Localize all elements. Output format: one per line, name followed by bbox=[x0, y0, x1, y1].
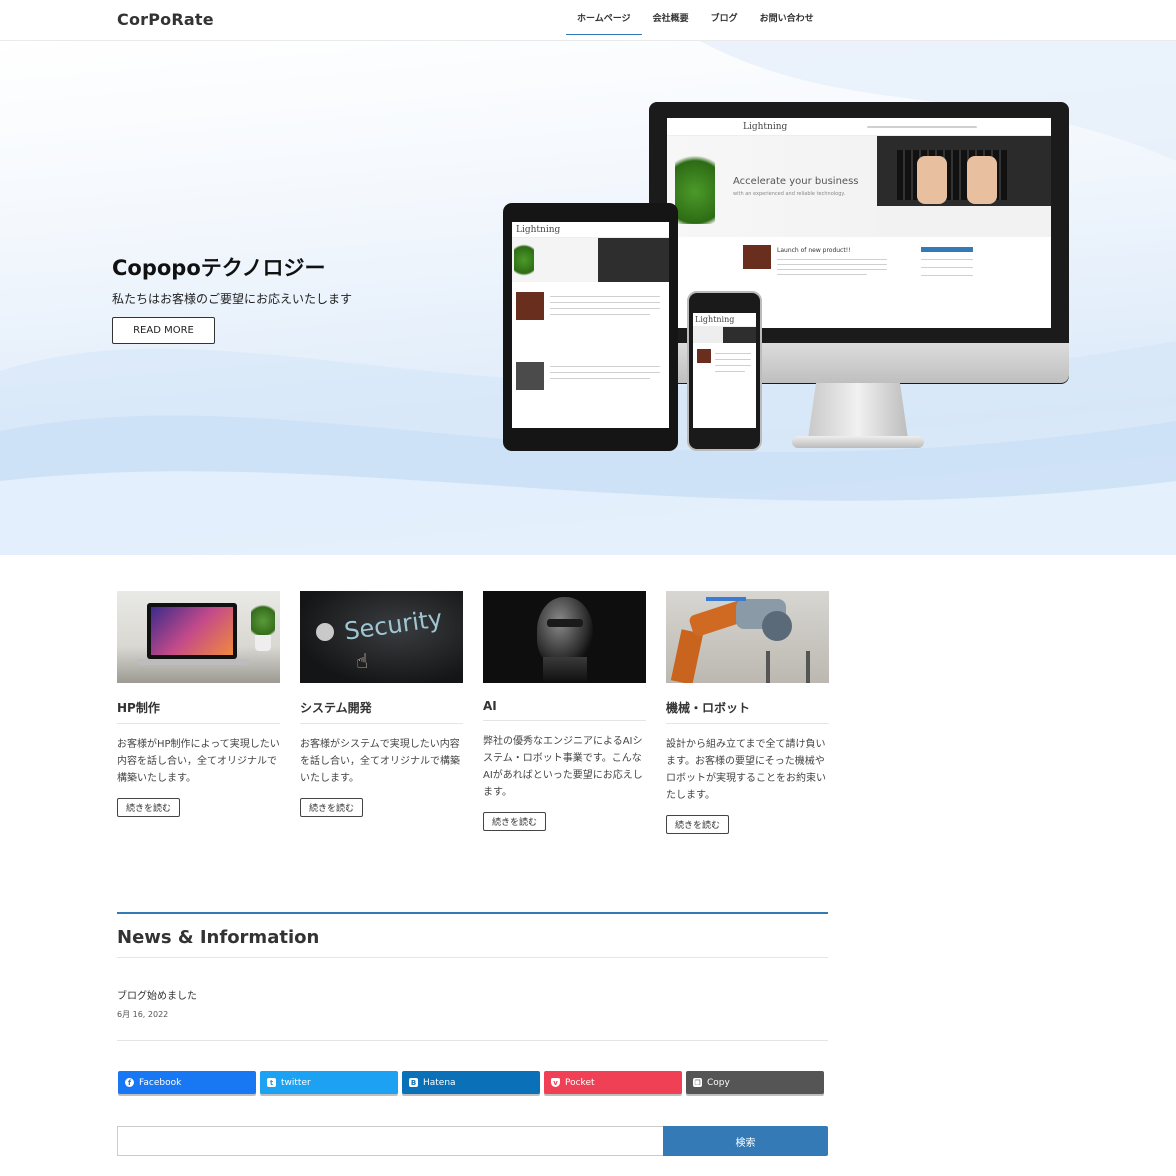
phone-screen: Lightning bbox=[693, 313, 756, 428]
nav-item-contact[interactable]: お問い合わせ bbox=[749, 0, 825, 35]
share-label: Hatena bbox=[423, 1077, 456, 1088]
phone-brand: Lightning bbox=[695, 315, 735, 324]
card-text: お客様がHP制作によって実現したい内容を話し合い，全てオリジナルで構築いたします… bbox=[117, 739, 280, 784]
news-item-title[interactable]: ブログ始めました bbox=[117, 987, 828, 1002]
nav-item-company[interactable]: 会社概要 bbox=[642, 0, 700, 35]
service-card-ai: AI 弊社の優秀なエンジニアによるAIシステム・ロボット事業です。こんなAIがあ… bbox=[483, 591, 646, 831]
site-logo[interactable]: CorPoRate bbox=[117, 10, 214, 29]
hero-title: Copopoテクノロジー bbox=[112, 256, 326, 280]
service-card-robot: 機械・ロボット 設計から組み立てまで全て請け負います。お客様の要望にそった機械や… bbox=[666, 591, 829, 834]
news-heading: News & Information bbox=[117, 927, 828, 958]
card-title: AI bbox=[483, 699, 646, 721]
share-label: Pocket bbox=[565, 1077, 595, 1088]
mockup-brand: Lightning bbox=[743, 122, 788, 132]
news-divider bbox=[117, 912, 828, 914]
read-more-button[interactable]: READ MORE bbox=[112, 317, 215, 344]
news-item-date: 6月 16, 2022 bbox=[117, 1010, 169, 1019]
nav-item-blog[interactable]: ブログ bbox=[700, 0, 749, 35]
card-text: 設計から組み立てまで全て請け負います。お客様の要望にそった機械やロボットが実現す… bbox=[666, 739, 826, 801]
share-pocket-button[interactable]: v Pocket bbox=[544, 1071, 682, 1094]
search-form: 検索 bbox=[117, 1126, 828, 1156]
robot-head-photo bbox=[483, 591, 646, 683]
share-copy-button[interactable]: ❐ Copy bbox=[686, 1071, 824, 1094]
news-section: News & Information ブログ始めました 6月 16, 2022 bbox=[117, 912, 828, 1041]
read-more-button[interactable]: 続きを読む bbox=[117, 798, 181, 817]
keyboard-photo bbox=[877, 136, 1051, 237]
plant-icon bbox=[675, 144, 715, 224]
read-more-button[interactable]: 続きを読む bbox=[300, 798, 364, 817]
card-title: 機械・ロボット bbox=[666, 699, 829, 724]
mockup-tagline: Accelerate your business bbox=[733, 176, 859, 187]
pocket-icon: v bbox=[551, 1078, 560, 1087]
service-card-system: Security ☝ システム開発 お客様がシステムで実現したい内容を話し合い，… bbox=[300, 591, 463, 817]
search-input[interactable] bbox=[117, 1126, 663, 1156]
monitor-base bbox=[792, 436, 924, 448]
mockup-post-title: Launch of new product!! bbox=[777, 247, 851, 254]
news-item[interactable]: ブログ始めました 6月 16, 2022 bbox=[117, 987, 828, 1041]
read-more-button[interactable]: 続きを読む bbox=[666, 815, 730, 834]
share-twitter-button[interactable]: t twitter bbox=[260, 1071, 398, 1094]
tablet-screen: Lightning bbox=[512, 222, 669, 428]
security-text: Security bbox=[342, 604, 445, 646]
card-title: システム開発 bbox=[300, 699, 463, 724]
read-more-button[interactable]: 続きを読む bbox=[483, 812, 547, 831]
robot-arm-photo bbox=[666, 591, 829, 683]
hero-subtitle: 私たちはお客様のご要望にお応えいたします bbox=[112, 292, 353, 306]
share-facebook-button[interactable]: f Facebook bbox=[118, 1071, 256, 1094]
monitor-stand bbox=[808, 383, 908, 439]
pointer-hand-icon: ☝ bbox=[356, 649, 369, 673]
global-nav: ホームページ 会社概要 ブログ お問い合わせ bbox=[566, 0, 825, 40]
share-label: twitter bbox=[281, 1077, 311, 1088]
twitter-icon: t bbox=[267, 1078, 276, 1087]
site-header: CorPoRate ホームページ 会社概要 ブログ お問い合わせ bbox=[0, 0, 1176, 41]
search-button[interactable]: 検索 bbox=[663, 1126, 828, 1156]
laptop-photo bbox=[117, 591, 280, 683]
card-title: HP制作 bbox=[117, 699, 280, 724]
mockup-tagline-sub: with an experienced and reliable technol… bbox=[733, 191, 846, 197]
share-label: Copy bbox=[707, 1077, 730, 1088]
hatena-icon: B bbox=[409, 1078, 418, 1087]
card-text: お客様がシステムで実現したい内容を話し合い，全てオリジナルで構築いたします。 bbox=[300, 739, 460, 784]
facebook-icon: f bbox=[125, 1078, 134, 1087]
tablet-brand: Lightning bbox=[516, 225, 561, 235]
nav-item-home[interactable]: ホームページ bbox=[566, 0, 642, 35]
service-card-hp: HP制作 お客様がHP制作によって実現したい内容を話し合い，全てオリジナルで構築… bbox=[117, 591, 280, 817]
card-text: 弊社の優秀なエンジニアによるAIシステム・ロボット事業です。こんなAIがあればと… bbox=[483, 736, 643, 798]
security-photo: Security ☝ bbox=[300, 591, 463, 683]
copy-icon: ❐ bbox=[693, 1078, 702, 1087]
share-hatena-button[interactable]: B Hatena bbox=[402, 1071, 540, 1094]
share-label: Facebook bbox=[139, 1077, 182, 1088]
share-buttons: f Facebook t twitter B Hatena v Pocket ❐… bbox=[118, 1071, 824, 1094]
